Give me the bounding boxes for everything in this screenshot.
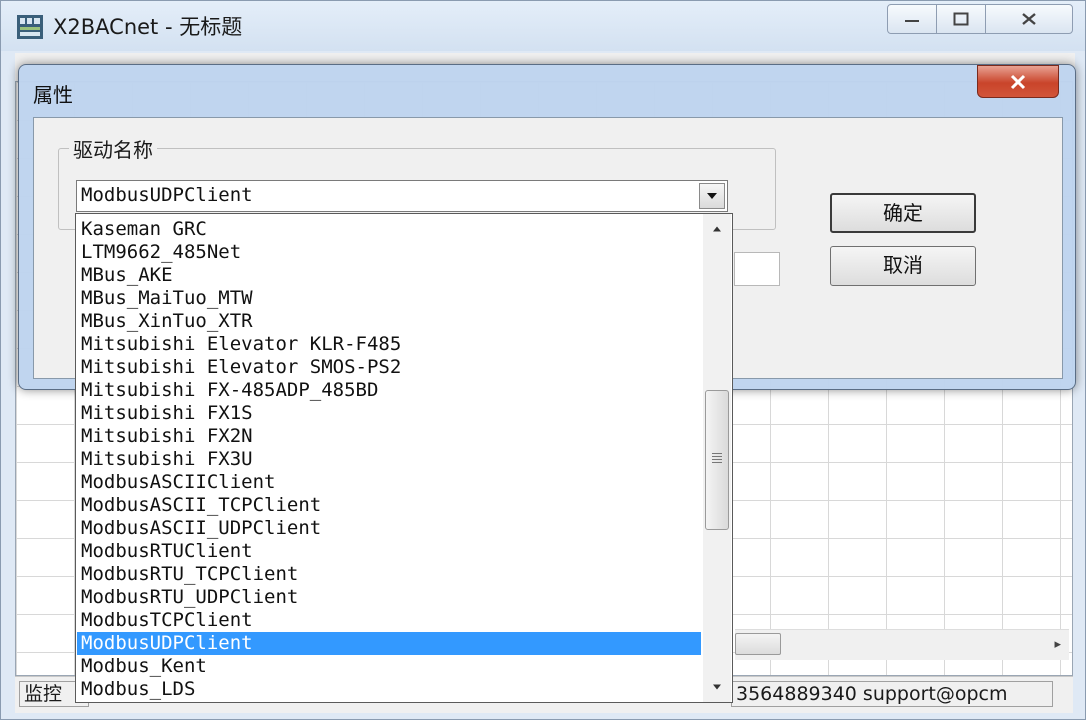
minimize-button[interactable] (887, 4, 937, 34)
dropdown-vertical-scrollbar[interactable] (703, 214, 731, 702)
close-icon (1010, 74, 1026, 89)
dropdown-item[interactable]: Mitsubishi FX2N (77, 425, 701, 448)
main-titlebar: X2BACnet - 无标题 (1, 1, 1085, 51)
dropdown-item[interactable]: ModbusRTU_TCPClient (77, 563, 701, 586)
dropdown-item[interactable]: ModbusTCPClient (77, 609, 701, 632)
driver-combobox[interactable]: ModbusUDPClient (76, 180, 728, 212)
dropdown-item[interactable]: Mitsubishi FX1S (77, 402, 701, 425)
minimize-icon (905, 20, 919, 22)
dropdown-item[interactable]: Kaseman GRC (77, 218, 701, 241)
dropdown-item[interactable]: ModbusRTU_UDPClient (77, 586, 701, 609)
dropdown-item[interactable]: ModbusASCIIClient (77, 471, 701, 494)
scroll-right-icon[interactable]: ▸ (1054, 637, 1061, 652)
maximize-button[interactable] (936, 4, 986, 34)
cancel-button[interactable]: 取消 (830, 246, 976, 286)
horizontal-scroll-thumb[interactable] (735, 633, 781, 655)
window-title: X2BACnet - 无标题 (53, 15, 243, 39)
chevron-down-icon (707, 193, 717, 199)
status-pane-contact: 3564889340 support@opcm (731, 681, 1053, 707)
dropdown-item[interactable]: Modbus_LDS (77, 678, 701, 701)
dropdown-item[interactable]: MBus_XinTuo_XTR (77, 310, 701, 333)
dropdown-item[interactable]: Modbus_Kent (77, 655, 701, 678)
dialog-title: 属性 (33, 83, 73, 107)
driver-combobox-value: ModbusUDPClient (81, 184, 253, 206)
dropdown-item[interactable]: MBus_AKE (77, 264, 701, 287)
chevron-up-icon (713, 226, 721, 232)
dropdown-item[interactable]: ModbusASCII_UDPClient (77, 517, 701, 540)
dropdown-item[interactable]: ModbusRTUClient (77, 540, 701, 563)
driver-dropdown-list[interactable]: Kaseman GRC LTM9662_485Net MBus_AKE MBus_Ma… (75, 213, 733, 703)
main-close-button[interactable] (985, 4, 1073, 34)
driver-name-label: 驱动名称 (69, 134, 157, 163)
restore-icon (953, 12, 969, 26)
dialog-close-button[interactable] (977, 65, 1059, 98)
dropdown-item[interactable]: LTM9662_485Net (77, 241, 701, 264)
dropdown-item[interactable]: Mitsubishi Elevator SMOS-PS2 (77, 356, 701, 379)
dropdown-item[interactable]: ModbusUDPClient (77, 632, 701, 655)
dropdown-item[interactable]: ModbusASCII_TCPClient (77, 494, 701, 517)
dropdown-item[interactable]: Mitsubishi FX3U (77, 448, 701, 471)
chevron-down-icon (713, 684, 721, 690)
scroll-down-button[interactable] (703, 676, 731, 698)
close-icon (1022, 13, 1036, 25)
scroll-up-button[interactable] (703, 218, 731, 240)
dropdown-scroll-thumb[interactable] (705, 390, 729, 530)
ok-button[interactable]: 确定 (830, 193, 976, 233)
combobox-dropdown-button[interactable] (699, 183, 725, 209)
app-icon (17, 15, 43, 39)
horizontal-scrollbar[interactable]: ▸ (735, 629, 1069, 660)
dropdown-item[interactable]: Mitsubishi FX-485ADP_485BD (77, 379, 701, 402)
grip-icon (712, 453, 722, 463)
dropdown-item[interactable]: MBus_MaiTuo_MTW (77, 287, 701, 310)
secondary-field[interactable] (734, 252, 780, 286)
dropdown-item[interactable]: Mitsubishi Elevator KLR-F485 (77, 333, 701, 356)
